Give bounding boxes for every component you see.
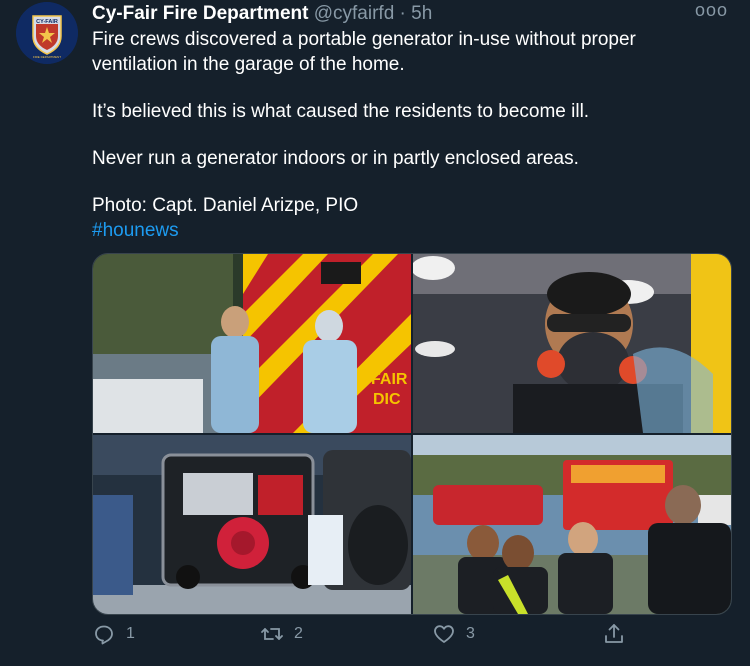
retweet-count: 2: [294, 625, 303, 642]
tweet-paragraph: Fire crews discovered a portable generat…: [92, 29, 636, 75]
tweet-paragraph: It’s believed this is what caused the re…: [92, 101, 590, 122]
header-separator: ·: [399, 3, 406, 24]
share-icon: [605, 624, 623, 643]
avatar-logo-subtext: FIRE DEPARTMENT: [33, 55, 61, 59]
tweet-paragraph: Photo: Capt. Daniel Arizpe, PIO: [92, 195, 359, 216]
cy-fair-fd-logo: CY-FAIR FIRE DEPARTMENT: [16, 2, 78, 64]
avatar[interactable]: CY-FAIR FIRE DEPARTMENT: [16, 2, 78, 64]
author-name[interactable]: Cy-Fair Fire Department: [92, 3, 308, 24]
hashtag-link[interactable]: #hounews: [92, 218, 722, 243]
heart-icon: [434, 625, 454, 643]
photo-portable-generator[interactable]: [93, 435, 411, 614]
like-button[interactable]: 3: [432, 622, 475, 646]
photo-fire-crew-outdoors[interactable]: [413, 435, 731, 614]
tweet-actions: 1 2 3: [92, 622, 732, 652]
more-options-icon[interactable]: ooo: [695, 0, 728, 21]
like-count: 3: [466, 625, 475, 642]
reply-icon: [95, 625, 113, 645]
tweet-time[interactable]: 5h: [411, 3, 432, 24]
photo-ambulance-crew[interactable]: FAIR DIC: [93, 254, 411, 433]
media-grid: FAIR DIC: [92, 253, 732, 615]
retweet-icon: [261, 628, 283, 640]
share-button[interactable]: [602, 622, 626, 646]
reply-count: 1: [126, 625, 135, 642]
author-handle[interactable]: @cyfairfd: [314, 3, 395, 24]
retweet-button[interactable]: 2: [260, 622, 303, 646]
tweet-paragraph: Never run a generator indoors or in part…: [92, 148, 579, 169]
tweet-header: Cy-Fair Fire Department @cyfairfd · 5h: [92, 2, 432, 26]
more-options-label: ooo: [694, 0, 728, 20]
truck-text-1: FAIR: [371, 371, 408, 388]
truck-text-2: DIC: [373, 391, 401, 408]
reply-button[interactable]: 1: [92, 622, 135, 646]
tweet-text: Fire crews discovered a portable generat…: [92, 27, 722, 243]
avatar-logo-text: CY-FAIR: [36, 19, 58, 25]
photo-firefighter-respirator[interactable]: [413, 254, 731, 433]
